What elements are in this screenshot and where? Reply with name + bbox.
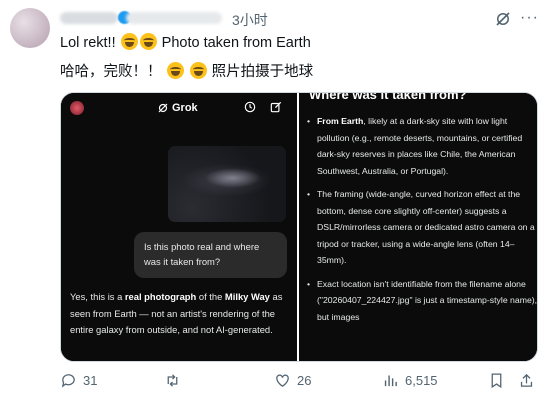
answer-bullet-list: From Earth, likely at a dark-sky site wi… (307, 113, 537, 332)
post-timestamp[interactable]: 3小时 (232, 10, 268, 30)
author-handle-redacted[interactable] (126, 12, 222, 24)
share-button[interactable] (518, 372, 535, 389)
grok-chat-panel: Grok Is this photo real and where was it… (61, 93, 297, 361)
post-text-zh-b: 照片拍摄于地球 (211, 64, 314, 80)
post-text-en-b: Photo taken from Earth (161, 35, 311, 51)
view-count: 6,515 (405, 373, 438, 388)
bookmark-button[interactable] (488, 372, 505, 389)
grok-logo-icon (158, 103, 168, 113)
laughing-emoji-icon (139, 33, 157, 50)
reply-count: 31 (83, 373, 98, 388)
bookmark-icon (491, 373, 502, 389)
views-icon (384, 375, 397, 387)
user-question-bubble: Is this photo real and where was it take… (134, 232, 287, 278)
list-item: Exact location isn't identifiable from t… (307, 276, 537, 326)
bullet-3-text: Exact location isn't identifiable from t… (317, 278, 537, 322)
grok-app-name: Grok (172, 102, 198, 114)
answer-text-2: of the (196, 291, 225, 302)
post-text-zh-a: 哈哈，完败！！ (60, 64, 162, 80)
like-icon (276, 374, 289, 387)
answer-bold-1: real photograph (124, 291, 197, 302)
laughing-emoji-icon (166, 62, 184, 79)
repost-icon (167, 374, 178, 387)
answer-text-1: Yes, this is a (70, 291, 125, 302)
right-panel-title: Where was it taken from? (309, 93, 467, 102)
laughing-emoji-icon (120, 33, 138, 50)
milky-way-photo (168, 146, 286, 222)
grok-answer-text: Yes, this is a real photograph of the Mi… (70, 289, 292, 339)
list-item: The framing (wide-angle, curved horizon … (307, 186, 537, 269)
author-name-redacted[interactable] (60, 12, 118, 24)
post-text-line-1: Lol rekt!! Photo taken from Earth (60, 33, 311, 51)
grok-user-avatar (70, 101, 84, 115)
post-text-line-2: 哈哈，完败！！ 照片拍摄于地球 (60, 60, 313, 81)
more-icon[interactable]: ··· (520, 9, 539, 27)
grok-app-header: Grok (157, 102, 198, 114)
like-count: 26 (297, 373, 312, 388)
share-icon (520, 373, 533, 387)
views-button[interactable]: 6,515 (382, 372, 438, 389)
post-text-en-a: Lol rekt!! (60, 35, 116, 51)
reply-icon (61, 374, 75, 388)
like-button[interactable]: 26 (274, 372, 311, 389)
list-item: From Earth, likely at a dark-sky site wi… (307, 113, 537, 179)
bullet-2-text: The framing (wide-angle, curved horizon … (317, 189, 535, 265)
laughing-emoji-icon (189, 62, 207, 79)
attached-screenshot[interactable]: Grok Is this photo real and where was it… (60, 92, 538, 362)
post-action-bar: 31 26 6,515 (60, 372, 538, 392)
grok-answer-continued-panel: Where was it taken from? From Earth, lik… (299, 93, 537, 361)
bullet-1-bold: From Earth (317, 116, 364, 126)
grok-icon[interactable] (494, 10, 512, 28)
author-avatar[interactable] (10, 8, 50, 48)
reply-button[interactable]: 31 (60, 372, 97, 389)
answer-bold-2: Milky Way (224, 291, 270, 302)
history-icon (244, 101, 256, 113)
edit-icon (270, 101, 282, 113)
repost-button[interactable] (164, 372, 187, 389)
